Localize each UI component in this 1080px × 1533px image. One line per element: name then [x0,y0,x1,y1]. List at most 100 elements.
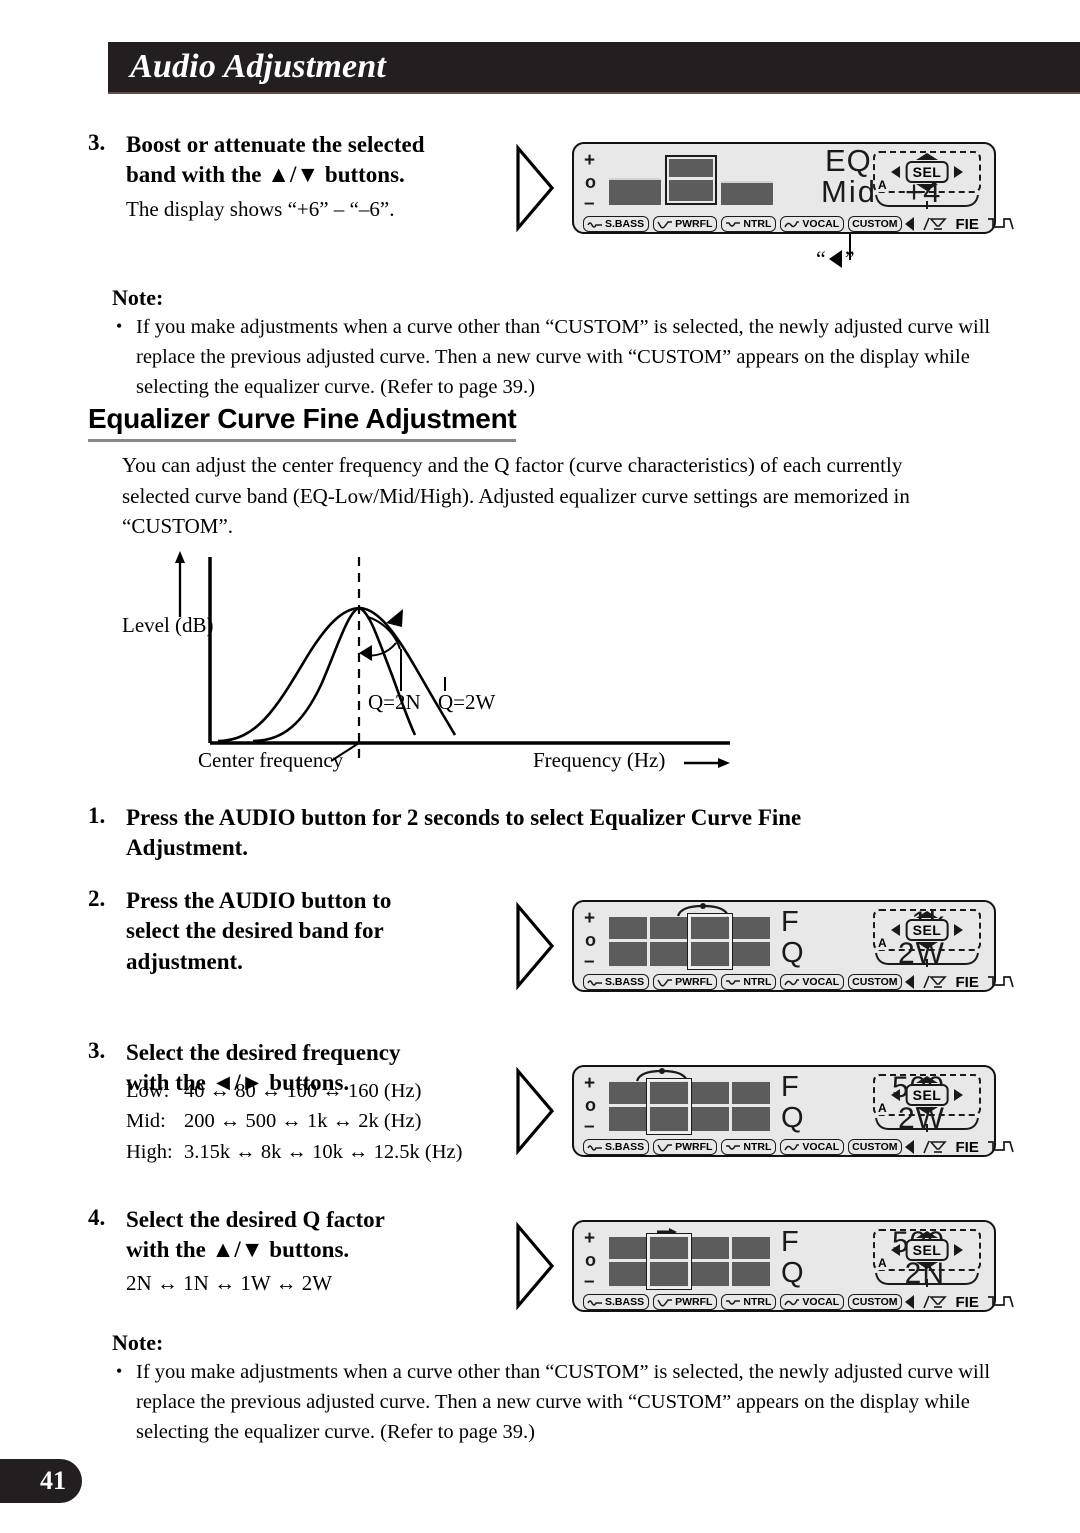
step-number: 1. [88,803,106,828]
note-text: If you make adjustments when a curve oth… [136,1361,991,1443]
lcd-right-indicators: FIE [922,1294,1015,1311]
note-bullet: • [116,316,123,336]
badge-custom: CUSTOM [848,1294,903,1310]
lcd-display-3: + o – F Q 500 [572,1065,1014,1157]
speaker-icon [923,1140,948,1154]
sel-label: SEL [905,1239,949,1261]
triangle-left-marker-icon [905,217,915,231]
zero-label: o [585,930,596,950]
note-text: If you make adjustments when a curve oth… [136,316,991,398]
grid-cell [691,1262,729,1286]
speaker-icon [923,217,948,231]
triangle-right-icon [954,1244,963,1256]
badge-label: CUSTOM [852,218,898,230]
level-scale: + o – [583,1227,605,1292]
loudness-curve-icon [987,976,1014,988]
sel-control-cluster: A SEL [873,1074,981,1116]
q-factor-list: 2N ↔ 1N ↔ 1W ↔ 2W [126,1270,333,1295]
badge-ntrl: NTRL [721,1294,777,1310]
y-axis-label: Level (dB) [122,613,214,637]
chevron-up-icon [916,911,938,918]
badge-label: NTRL [743,218,772,230]
triangle-left-icon [891,1244,900,1256]
lcd-display-2: + o – F Q 1k 2 [572,900,1014,992]
badge-pwrfl: PWRFL [653,1294,718,1310]
grid-cell [691,1107,729,1131]
plus-label: + [584,1228,596,1249]
grid-cell [732,942,770,966]
step-heading-line-1: Press the AUDIO button to [126,888,392,913]
frequency-row-mid: Mid: 200 ↔ 500 ↔ 1k ↔ 2k (Hz) [126,1106,462,1137]
step-heading-line-2: band with the ▲/▼ buttons. [126,162,405,188]
open-quote: “ [816,246,826,271]
note-bullet: • [116,1361,123,1381]
step-4: 4. Select the desired Q factor with the … [88,1205,538,1296]
lcd-display-4: + o – F Q 500 [572,1220,1014,1313]
sel-control-cluster: A SEL [873,151,981,193]
lcd-right-indicators: FIE [922,974,1015,991]
eq-bar-high [721,181,773,205]
f-label: F [781,1226,799,1258]
step-number: 3. [88,1038,106,1063]
badge-vocal: VOCAL [780,1139,845,1155]
eq-block-grid [607,1068,775,1135]
band-label: Mid: [126,1110,166,1133]
grid-cell [609,1082,647,1104]
step-number: 3. [88,130,106,155]
badge-label: NTRL [743,976,772,988]
eq-bar-segment [669,159,713,177]
lcd-indicator-row: S.BASS PWRFL NTRL VOCAL CUSTOM FIE [583,1291,1014,1313]
band-label: High: [126,1141,173,1164]
step-number: 2. [88,886,106,911]
fader-bracket-icon [873,1271,981,1287]
chevron-down-icon [916,942,938,949]
grid-cell [609,1262,647,1286]
step-2: 2. Press the AUDIO button to select the … [88,886,508,977]
a-indicator-label: A [877,936,888,950]
triangle-right-icon [954,924,963,936]
badge-label: VOCAL [802,976,840,988]
step-heading-line-3: adjustment. [126,948,243,974]
frequency-row-low: Low: 40 ↔ 80 ↔ 100 ↔ 160 (Hz) [126,1076,462,1107]
lcd-indicator-row: S.BASS PWRFL NTRL VOCAL CUSTOM FIE [583,213,1014,235]
triangle-left-icon [891,1089,900,1101]
badge-vocal: VOCAL [780,974,845,990]
chevron-down-icon [916,1107,938,1114]
badge-label: VOCAL [802,218,840,230]
triangle-right-icon [954,1089,963,1101]
eq-bar-mid-selected [665,155,717,205]
triangle-left-icon [828,250,842,268]
grid-selection-box [646,1078,692,1135]
badge-label: CUSTOM [852,976,898,988]
flow-arrow-icon [512,142,556,234]
badge-label: PWRFL [675,1296,713,1308]
section-paragraph: You can adjust the center frequency and … [122,453,910,539]
step-heading-line-2: with the ▲/▼ buttons. [126,1237,350,1263]
frequency-row-high: High: 3.15k ↔ 8k ↔ 10k ↔ 12.5k (Hz) [126,1137,462,1168]
level-scale: + o – [583,907,605,972]
minus-label: – [584,1271,595,1292]
sel-control-cluster: A SEL [873,909,981,951]
triangle-left-marker-icon [905,1140,915,1154]
a-indicator-label: A [877,178,888,192]
annotation-q2n: Q=2N [368,690,421,714]
badge-pwrfl: PWRFL [653,1139,718,1155]
loudness-curve-icon [987,1141,1014,1153]
a-indicator-label: A [877,1256,888,1270]
chevron-down-icon [916,184,938,191]
badge-label: PWRFL [675,976,713,988]
step-3-top: 3. Boost or attenuate the selected band … [88,130,508,225]
page-title: Audio Adjustment [130,48,387,85]
speaker-icon [923,975,948,989]
step-heading-line-1: Boost or attenuate the selected [126,132,425,157]
step-subtext: The display shows “+6” – “–6”. [126,196,395,221]
plus-label: + [584,1073,596,1094]
close-quote: ” [844,246,855,271]
section-heading: Equalizer Curve Fine Adjustment [88,403,517,442]
note-title: Note: [112,1330,164,1355]
page-number: 41 [40,1466,66,1495]
eq-bar-graph [607,149,775,211]
step-1: 1. Press the AUDIO button for 2 seconds … [88,803,1008,864]
grid-cell [732,1262,770,1286]
annotation-q2w: Q=2W [438,690,496,714]
